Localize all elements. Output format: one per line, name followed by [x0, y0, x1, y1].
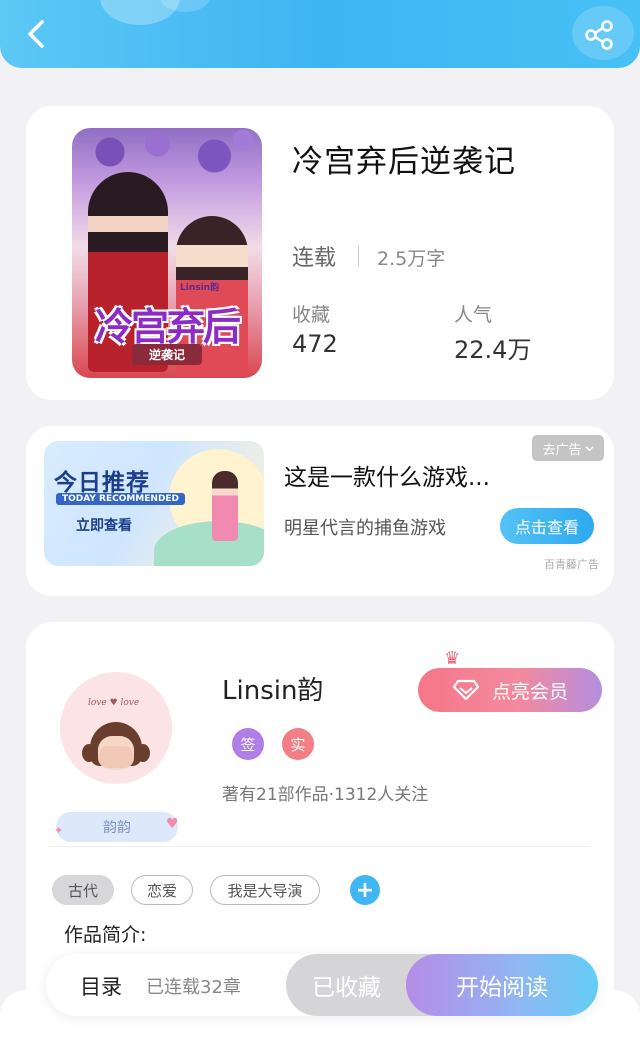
divider [358, 246, 359, 266]
book-cover[interactable]: Linsin韵 冷宫弃后 逆袭记 [72, 128, 262, 378]
cover-subtitle: 逆袭记 [132, 344, 202, 365]
chapter-count[interactable]: 已连载32章 [146, 973, 241, 999]
back-button[interactable] [18, 16, 54, 52]
vip-button[interactable]: 点亮会员 [418, 668, 602, 712]
nickname-label: 韵韵 [103, 820, 131, 836]
share-icon [585, 20, 613, 50]
diamond-icon [452, 679, 480, 701]
tag-item[interactable]: 恋爱 [131, 875, 193, 905]
nickname-badge: ✦ 韵韵 ♥ [54, 812, 179, 842]
avatar-bun [136, 744, 150, 762]
popularity-label: 人气 [454, 304, 493, 326]
intro-label: 作品简介: [64, 924, 147, 946]
tag-item[interactable]: 我是大导演 [210, 875, 320, 905]
book-title: 冷宫弃后逆袭记 [292, 144, 516, 180]
avatar-bun [82, 744, 96, 762]
crown-icon: ♛ [444, 648, 461, 669]
chevron-left-icon [28, 20, 44, 48]
ad-image-hill [154, 521, 264, 566]
favorites-value: 472 [292, 330, 338, 358]
avatar-hands [98, 746, 134, 768]
author-name[interactable]: Linsin韵 [222, 670, 323, 707]
verified-badge: 实 [282, 728, 314, 760]
toc-button[interactable]: 目录 [80, 971, 122, 1001]
add-tag-button[interactable]: + [350, 875, 380, 905]
cover-title: 冷宫弃后 [94, 304, 241, 349]
ad-image-headline: 今日推荐 [54, 470, 150, 496]
heart-icon: ♥ [166, 816, 179, 832]
word-count: 2.5万字 [377, 248, 446, 270]
bottom-action-bar: 目录 已连载32章 已收藏 开始阅读 [46, 954, 598, 1016]
share-button[interactable] [580, 16, 618, 54]
ad-image[interactable]: 今日推荐 TODAY RECOMMENDED 立即查看 [44, 441, 264, 566]
popularity-value: 22.4万 [454, 336, 532, 364]
remove-ad-label: 去广告 [542, 442, 582, 458]
start-reading-button[interactable]: 开始阅读 [406, 954, 598, 1016]
ad-view-button[interactable]: 点击查看 [500, 508, 594, 544]
remove-ad-button[interactable]: 去广告 [532, 435, 604, 461]
ad-card[interactable]: 今日推荐 TODAY RECOMMENDED 立即查看 这是一款什么游戏... … [26, 426, 614, 596]
ad-title[interactable]: 这是一款什么游戏... [284, 458, 490, 492]
avatar-love-text: love ♥ love [88, 698, 140, 708]
ad-image-english: TODAY RECOMMENDED [56, 493, 186, 505]
sparkle-icon: ✦ [54, 824, 64, 837]
divider [50, 846, 590, 847]
vip-button-label: 点亮会员 [491, 680, 568, 703]
favorites-label: 收藏 [292, 304, 331, 326]
author-avatar[interactable]: love ♥ love [60, 672, 172, 784]
book-info-card: Linsin韵 冷宫弃后 逆袭记 冷宫弃后逆袭记 连载 2.5万字 收藏 472… [26, 106, 614, 400]
top-header [0, 0, 640, 68]
author-meta: 著有21部作品·1312人关注 [222, 785, 429, 805]
ad-description: 明星代言的捕鱼游戏 [284, 518, 446, 539]
tag-item[interactable]: 古代 [52, 875, 114, 905]
serial-status: 连载 [292, 246, 337, 271]
ad-image-cta: 立即查看 [76, 518, 132, 534]
signed-badge: 签 [232, 728, 264, 760]
ad-source: 百青藤广告 [544, 558, 599, 571]
cover-author-mark: Linsin韵 [180, 283, 220, 293]
chevron-down-icon [584, 445, 594, 451]
ad-image-figure [212, 471, 238, 541]
